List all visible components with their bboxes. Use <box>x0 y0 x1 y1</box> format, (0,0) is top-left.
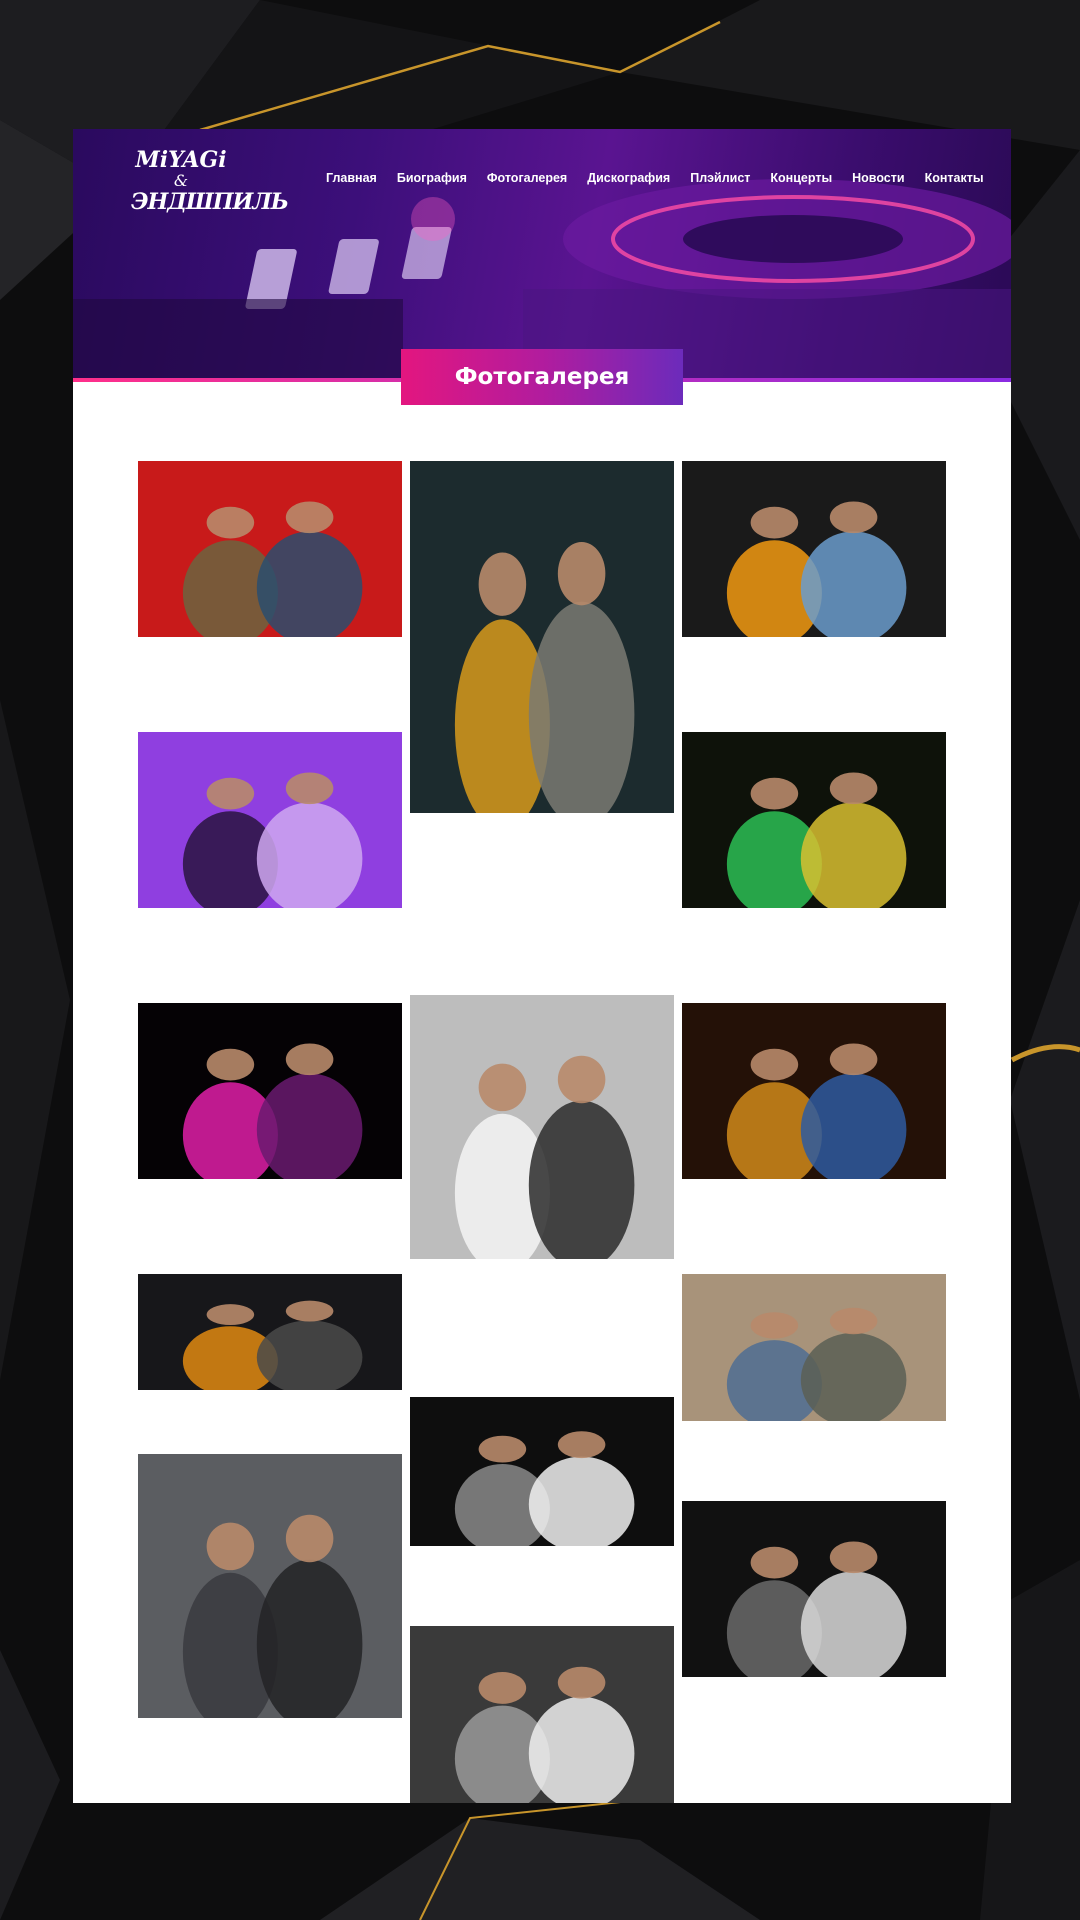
page-container: MiYAGi & ЭНДШПИЛЬ Главная Биография Фото… <box>73 129 1011 1803</box>
photo-duo-club[interactable] <box>682 461 946 637</box>
nav-item-biography[interactable]: Биография <box>397 171 467 185</box>
page-title: Фотогалерея <box>401 349 683 405</box>
logo-line-1: MiYAGi <box>135 147 227 173</box>
logo-line-3: ЭНДШПИЛЬ <box>131 189 289 215</box>
photo-duo-striped-wall[interactable] <box>410 461 674 813</box>
nav-item-contacts[interactable]: Контакты <box>925 171 984 185</box>
nav-item-discography[interactable]: Дискография <box>587 171 670 185</box>
photo-stage-green[interactable] <box>682 732 946 908</box>
logo-line-2: & <box>173 171 189 190</box>
main-nav: Главная Биография Фотогалерея Дискографи… <box>326 171 1004 185</box>
nav-item-home[interactable]: Главная <box>326 171 377 185</box>
photo-duo-street[interactable] <box>682 1274 946 1421</box>
photo-duo-stairs[interactable] <box>138 1454 402 1718</box>
photo-trio-bw[interactable] <box>410 995 674 1259</box>
nav-item-news[interactable]: Новости <box>852 171 904 185</box>
photo-duo-red[interactable] <box>138 461 402 637</box>
photo-stage-purple[interactable] <box>138 732 402 908</box>
photo-duo-night-bw[interactable] <box>410 1397 674 1546</box>
nav-item-concerts[interactable]: Концерты <box>770 171 832 185</box>
nav-item-playlist[interactable]: Плэйлист <box>690 171 750 185</box>
nav-item-gallery[interactable]: Фотогалерея <box>487 171 567 185</box>
header-banner: MiYAGi & ЭНДШПИЛЬ Главная Биография Фото… <box>73 129 1011 381</box>
photo-stage-bw[interactable] <box>682 1501 946 1677</box>
photo-poster-duo[interactable] <box>138 1274 402 1390</box>
photo-mic-bw[interactable] <box>410 1626 674 1803</box>
photo-stage-pink[interactable] <box>138 1003 402 1179</box>
site-logo[interactable]: MiYAGi & ЭНДШПИЛЬ <box>131 147 289 229</box>
photo-stage-warm[interactable] <box>682 1003 946 1179</box>
